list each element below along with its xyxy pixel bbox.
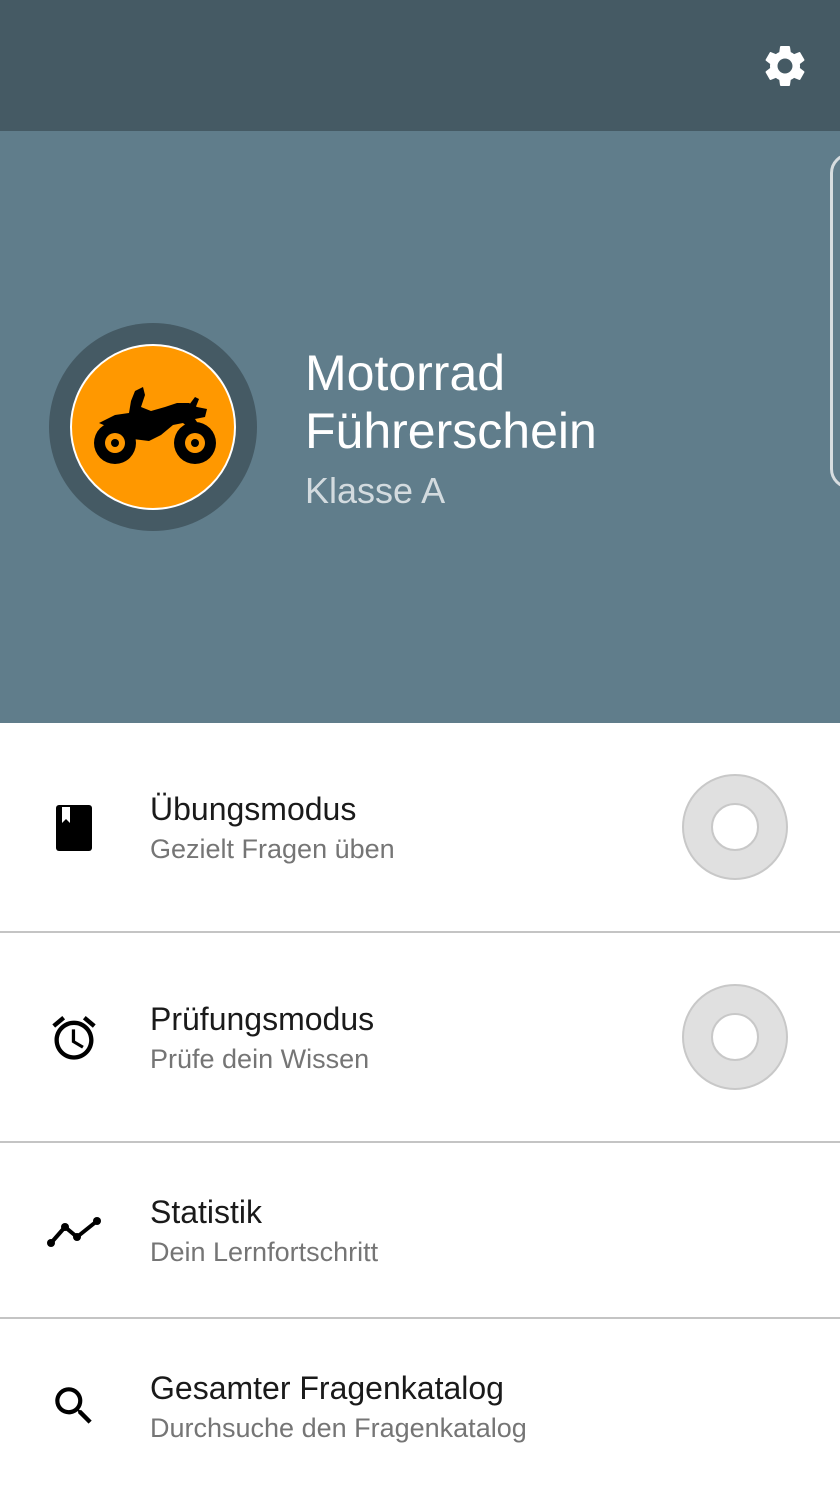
- app-logo: [49, 323, 257, 531]
- app-title-line2: Führerschein: [305, 403, 597, 459]
- menu-item-title: Übungsmodus: [150, 791, 357, 827]
- menu-item-title: Statistik: [150, 1194, 263, 1230]
- search-icon: [46, 1378, 102, 1434]
- app-title-line1: Motorrad: [305, 345, 506, 401]
- progress-indicator: [682, 984, 788, 1090]
- menu-item-question-catalog[interactable]: Gesamter Fragenkatalog Durchsuche den Fr…: [0, 1319, 840, 1493]
- progress-indicator: [682, 774, 788, 880]
- gear-icon: [765, 45, 805, 86]
- settings-button[interactable]: [756, 37, 814, 95]
- motorcycle-icon: [94, 387, 216, 464]
- app-header-banner: Motorrad Führerschein Klasse A: [0, 131, 840, 723]
- line-chart-icon: [46, 1203, 102, 1259]
- drawer-edge-handle[interactable]: [830, 153, 840, 489]
- book-icon: [46, 800, 102, 856]
- menu-item-statistics[interactable]: Statistik Dein Lernfortschritt: [0, 1143, 840, 1319]
- menu-item-practice-mode[interactable]: Übungsmodus Gezielt Fragen üben: [0, 723, 840, 933]
- menu-item-title: Gesamter Fragenkatalog: [150, 1370, 504, 1406]
- main-menu: Übungsmodus Gezielt Fragen üben Prüfungs…: [0, 723, 840, 1493]
- app-toolbar: [0, 0, 840, 131]
- menu-item-title: Prüfungsmodus: [150, 1001, 375, 1037]
- menu-item-subtitle: Prüfe dein Wissen: [150, 1044, 370, 1074]
- alarm-clock-icon: [46, 1010, 102, 1066]
- logo-circle: [70, 344, 236, 510]
- app-title-block: Motorrad Führerschein Klasse A: [305, 344, 597, 516]
- menu-item-subtitle: Dein Lernfortschritt: [150, 1237, 379, 1267]
- menu-item-subtitle: Durchsuche den Fragenkatalog: [150, 1413, 527, 1443]
- menu-item-exam-mode[interactable]: Prüfungsmodus Prüfe dein Wissen: [0, 933, 840, 1143]
- app-subtitle: Klasse A: [305, 470, 446, 511]
- menu-item-subtitle: Gezielt Fragen üben: [150, 834, 395, 864]
